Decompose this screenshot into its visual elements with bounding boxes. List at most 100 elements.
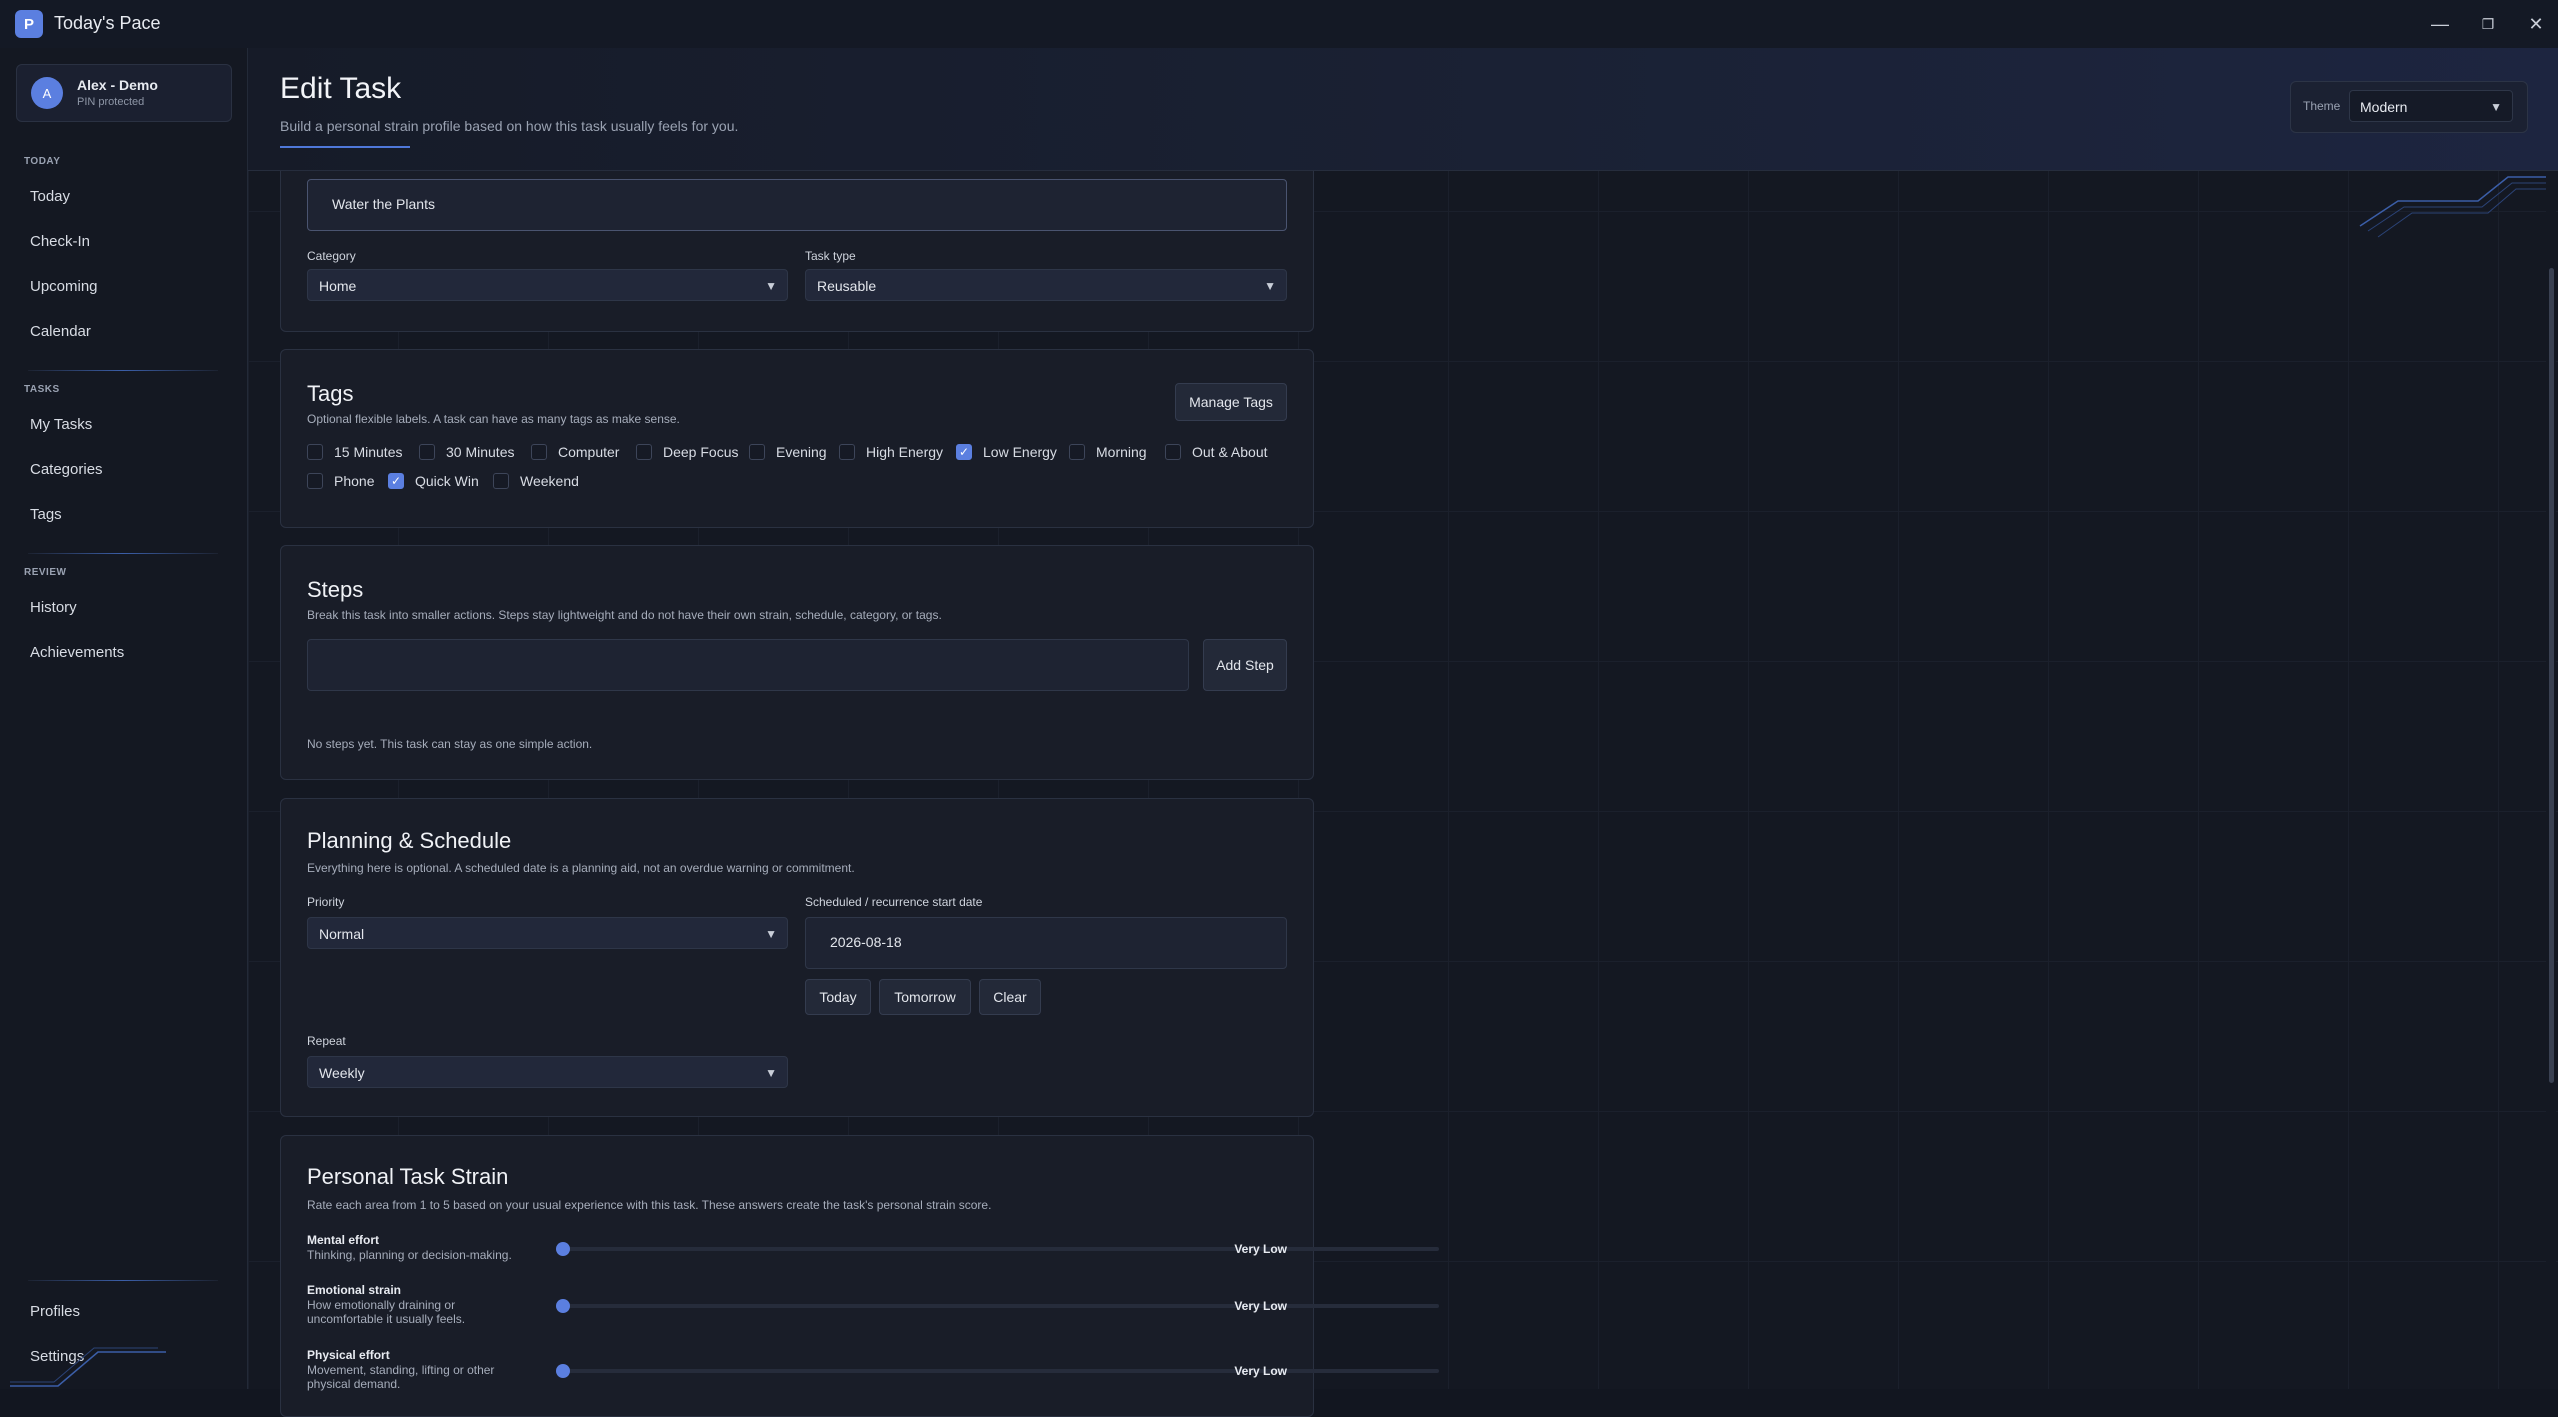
task-name-input[interactable]: Water the Plants	[307, 179, 1287, 231]
checkbox[interactable]	[1069, 444, 1085, 460]
emotional-strain-label: Emotional strain	[307, 1283, 402, 1297]
tag-label: Quick Win	[415, 473, 479, 489]
category-label: Category	[307, 249, 356, 263]
steps-title: Steps	[307, 577, 364, 602]
chevron-down-icon: ▼	[765, 1066, 777, 1080]
page-subtitle: Build a personal strain profile based on…	[280, 118, 739, 134]
close-icon[interactable]: ✕	[2516, 8, 2556, 40]
checkbox[interactable]	[636, 444, 652, 460]
tag-checkbox-15-minutes[interactable]: 15 Minutes	[307, 442, 402, 462]
strain-description: Rate each area from 1 to 5 based on your…	[307, 1198, 992, 1212]
checkbox[interactable]	[839, 444, 855, 460]
mental-effort-label: Mental effort	[307, 1233, 379, 1247]
checkbox[interactable]	[419, 444, 435, 460]
tag-label: Phone	[334, 473, 375, 489]
slider-handle[interactable]	[556, 1364, 570, 1378]
theme-label: Theme	[2303, 99, 2341, 113]
checkbox[interactable]	[531, 444, 547, 460]
today-date-button[interactable]: Today	[805, 979, 871, 1015]
physical-effort-label: Physical effort	[307, 1348, 390, 1362]
sidebar-item-my-tasks[interactable]: My Tasks	[30, 416, 92, 433]
app-logo: P	[15, 10, 43, 38]
steps-empty-text: No steps yet. This task can stay as one …	[307, 737, 593, 751]
mental-effort-slider[interactable]	[556, 1242, 1439, 1256]
checkmark-icon[interactable]: ✓	[956, 444, 972, 460]
emotional-strain-slider[interactable]	[556, 1299, 1439, 1313]
tag-checkbox-deep-focus[interactable]: Deep Focus	[636, 442, 738, 462]
steps-description: Break this task into smaller actions. St…	[307, 608, 942, 622]
app-title: Today's Pace	[54, 13, 161, 33]
category-select[interactable]: Home ▼	[307, 269, 788, 301]
sidebar: A Alex - Demo PIN protected TODAY Today …	[0, 48, 248, 1389]
tag-label: Low Energy	[983, 444, 1057, 460]
chevron-down-icon: ▼	[765, 279, 777, 293]
maximize-icon[interactable]: ❐	[2468, 8, 2508, 40]
theme-select[interactable]: Modern ▼	[2349, 90, 2513, 122]
tag-label: Weekend	[520, 473, 579, 489]
sidebar-item-calendar[interactable]: Calendar	[30, 323, 91, 340]
sidebar-item-upcoming[interactable]: Upcoming	[30, 278, 98, 295]
checkbox[interactable]	[749, 444, 765, 460]
manage-tags-button[interactable]: Manage Tags	[1175, 383, 1287, 421]
planning-title: Planning & Schedule	[307, 828, 512, 853]
tag-checkbox-morning[interactable]: Morning	[1069, 442, 1147, 462]
tag-checkbox-30-minutes[interactable]: 30 Minutes	[419, 442, 514, 462]
priority-select[interactable]: Normal ▼	[307, 917, 788, 949]
sidebar-item-tags[interactable]: Tags	[30, 506, 62, 523]
task-type-value: Reusable	[817, 278, 877, 294]
basics-card: Water the Plants Category Home ▼ Task ty…	[280, 171, 1314, 332]
sidebar-item-profiles[interactable]: Profiles	[30, 1303, 80, 1320]
date-input[interactable]: 2026-08-18	[805, 917, 1287, 969]
tomorrow-date-button[interactable]: Tomorrow	[879, 979, 971, 1015]
sidebar-item-today[interactable]: Today	[30, 188, 70, 205]
tag-label: Evening	[776, 444, 827, 460]
tag-checkbox-evening[interactable]: Evening	[749, 442, 827, 462]
repeat-value: Weekly	[319, 1065, 365, 1081]
repeat-select[interactable]: Weekly ▼	[307, 1056, 788, 1088]
tag-checkbox-phone[interactable]: Phone	[307, 471, 374, 491]
tag-checkbox-computer[interactable]: Computer	[531, 442, 619, 462]
chevron-down-icon: ▼	[2490, 100, 2502, 114]
chevron-down-icon: ▼	[765, 927, 777, 941]
nav-section-tasks: TASKS	[24, 384, 60, 395]
page-title: Edit Task	[280, 72, 402, 105]
sidebar-item-check-in[interactable]: Check-In	[30, 233, 90, 250]
add-step-button[interactable]: Add Step	[1203, 639, 1287, 691]
task-type-select[interactable]: Reusable ▼	[805, 269, 1287, 301]
profile-status: PIN protected	[77, 96, 145, 108]
scrollbar-thumb[interactable]	[2549, 268, 2554, 1083]
priority-value: Normal	[319, 926, 365, 942]
tag-checkbox-quick-win[interactable]: ✓ Quick Win	[388, 471, 479, 491]
checkbox[interactable]	[307, 473, 323, 489]
tag-label: Computer	[558, 444, 620, 460]
tag-checkbox-high-energy[interactable]: High Energy	[839, 442, 943, 462]
clear-date-button[interactable]: Clear	[979, 979, 1041, 1015]
tag-label: Morning	[1096, 444, 1147, 460]
checkmark-icon[interactable]: ✓	[388, 473, 404, 489]
tag-checkbox-out-and-about[interactable]: Out & About	[1165, 442, 1268, 462]
sidebar-item-achievements[interactable]: Achievements	[30, 644, 124, 661]
step-input[interactable]	[307, 639, 1189, 691]
sidebar-item-history[interactable]: History	[30, 599, 77, 616]
physical-effort-slider[interactable]	[556, 1364, 1439, 1378]
task-type-label: Task type	[805, 249, 856, 263]
minimize-icon[interactable]: —	[2420, 8, 2460, 40]
checkbox[interactable]	[307, 444, 323, 460]
planning-description: Everything here is optional. A scheduled…	[307, 861, 855, 875]
profile-card[interactable]: A Alex - Demo PIN protected	[16, 64, 232, 122]
title-underline	[280, 146, 410, 148]
tag-label: 30 Minutes	[446, 444, 515, 460]
sidebar-item-categories[interactable]: Categories	[30, 461, 103, 478]
slider-handle[interactable]	[556, 1242, 570, 1256]
checkbox[interactable]	[1165, 444, 1181, 460]
nav-section-review: REVIEW	[24, 567, 67, 578]
slider-handle[interactable]	[556, 1299, 570, 1313]
tag-checkbox-low-energy[interactable]: ✓ Low Energy	[956, 442, 1057, 462]
date-label: Scheduled / recurrence start date	[805, 895, 983, 909]
steps-card: Steps Break this task into smaller actio…	[280, 545, 1314, 780]
strain-card: Personal Task Strain Rate each area from…	[280, 1135, 1439, 1417]
priority-label: Priority	[307, 895, 345, 909]
tag-checkbox-weekend[interactable]: Weekend	[493, 471, 579, 491]
checkbox[interactable]	[493, 473, 509, 489]
repeat-label: Repeat	[307, 1034, 346, 1048]
